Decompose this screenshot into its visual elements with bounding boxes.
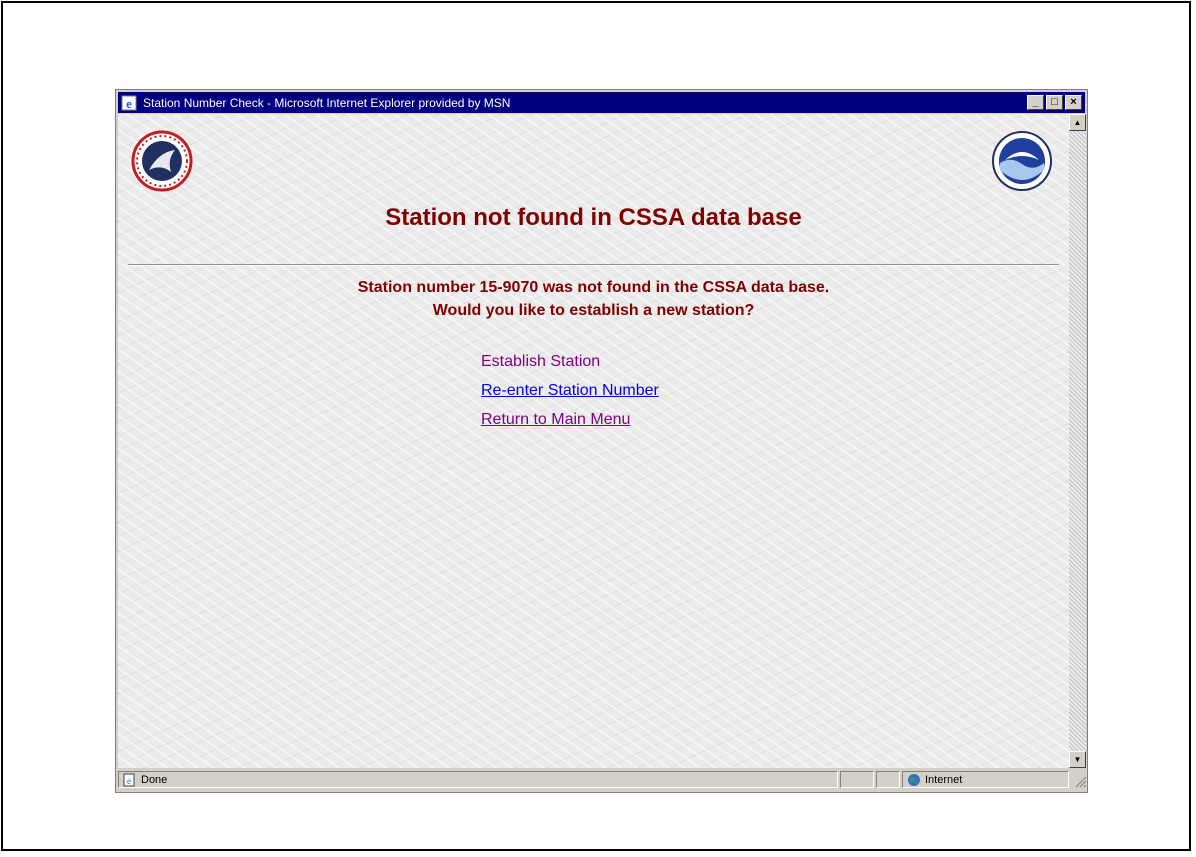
page-icon: e (123, 773, 135, 786)
svg-text:e: e (126, 96, 132, 111)
maximize-button[interactable]: □ (1046, 95, 1063, 110)
status-text-panel: e Done (118, 771, 838, 788)
zone-text: Internet (925, 773, 963, 786)
noaa-logo-icon (991, 130, 1053, 192)
establish-station-link[interactable]: Establish Station (481, 347, 659, 376)
resize-grip-icon[interactable] (1073, 774, 1087, 788)
page-title: Station not found in CSSA data base (385, 204, 802, 231)
status-text: Done (141, 773, 168, 786)
status-bar: e Done Internet (118, 770, 1087, 790)
minimize-button[interactable]: _ (1027, 95, 1044, 110)
message-line-2: Would you like to establish a new statio… (432, 302, 755, 319)
not-found-message: Station number 15-9070 was not found in … (118, 276, 1069, 322)
horizontal-divider (128, 264, 1059, 266)
re-enter-station-number-link[interactable]: Re-enter Station Number (481, 376, 659, 405)
globe-icon (908, 773, 920, 786)
nws-logo-icon (131, 130, 193, 192)
vertical-scrollbar[interactable]: ▲ ▼ (1069, 114, 1086, 768)
window-title: Station Number Check - Microsoft Interne… (143, 95, 511, 110)
scroll-down-button[interactable]: ▼ (1069, 751, 1086, 768)
ie-icon: e (121, 95, 137, 111)
status-panel-2 (876, 771, 900, 788)
scroll-up-button[interactable]: ▲ (1069, 114, 1086, 131)
page-content: Station not found in CSSA data base Stat… (118, 114, 1069, 768)
svg-text:e: e (127, 776, 131, 786)
status-panel-1 (840, 771, 874, 788)
title-bar[interactable]: e Station Number Check - Microsoft Inter… (118, 92, 1085, 113)
browser-window: e Station Number Check - Microsoft Inter… (115, 89, 1088, 793)
close-button[interactable]: × (1065, 95, 1082, 110)
return-to-main-menu-link[interactable]: Return to Main Menu (481, 405, 659, 434)
message-line-1: Station number 15-9070 was not found in … (357, 279, 830, 296)
zone-panel: Internet (902, 771, 1069, 788)
action-links: Establish Station Re-enter Station Numbe… (481, 347, 659, 434)
